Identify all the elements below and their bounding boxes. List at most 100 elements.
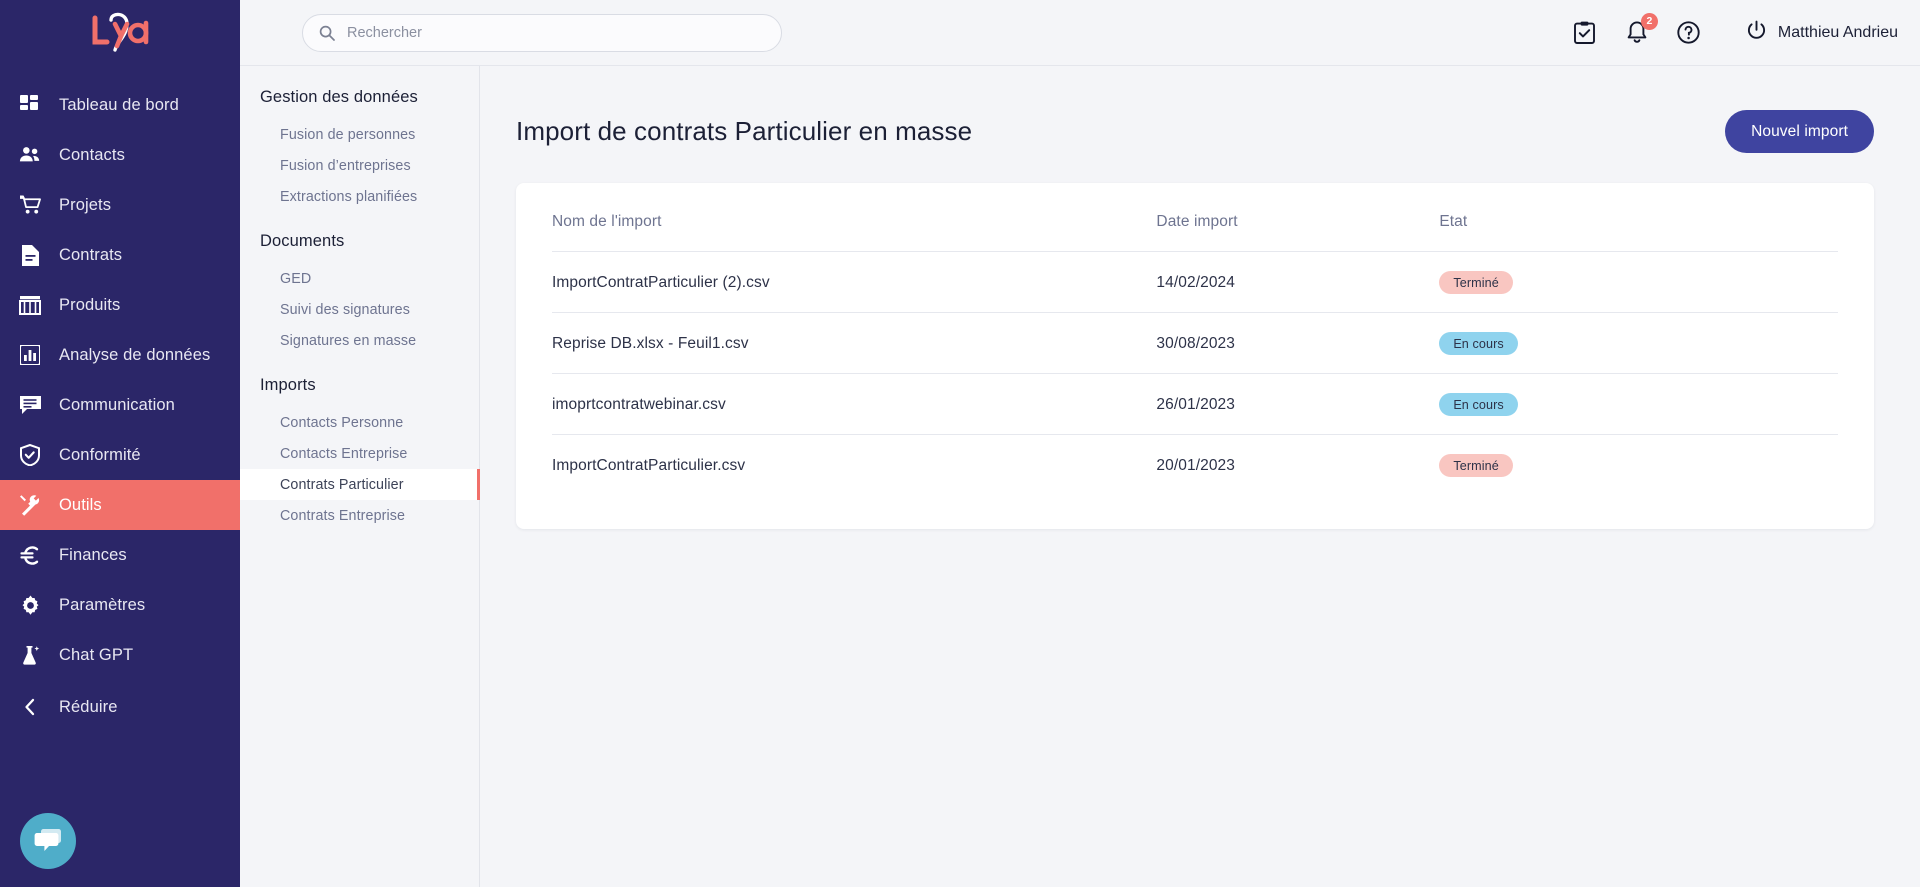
subnav-item-contacts-entreprise[interactable]: Contacts Entreprise (240, 438, 479, 469)
subnav-item-ged[interactable]: GED (240, 263, 479, 294)
subnav-group-title: Imports (260, 376, 316, 394)
subnav-item-label: Contacts Personne (280, 414, 404, 431)
status-badge: Terminé (1439, 271, 1513, 294)
sidebar-item-label: Contacts (59, 145, 125, 164)
status-badge: Terminé (1439, 454, 1513, 477)
sidebar-item-label: Produits (59, 295, 121, 314)
sidebar-item-finances[interactable]: Finances (0, 530, 240, 580)
search-input[interactable] (347, 24, 765, 41)
table-row[interactable]: imoprtcontratwebinar.csv 26/01/2023 En c… (552, 373, 1838, 435)
primary-nav: Tableau de bord Contacts Projets Contrat… (0, 80, 240, 732)
sidebar-item-label: Chat GPT (59, 645, 134, 664)
page-title: Import de contrats Particulier en masse (516, 116, 973, 146)
search-box[interactable] (302, 13, 782, 52)
table-header-row: Nom de l'import Date import Etat (552, 213, 1838, 252)
subnav-item-contrats-entreprise[interactable]: Contrats Entreprise (240, 500, 479, 531)
cell-import-state: Terminé (1439, 251, 1838, 313)
sidebar-item-communication[interactable]: Communication (0, 380, 240, 430)
help-button[interactable] (1676, 20, 1702, 46)
tools-icon (18, 493, 42, 517)
sidebar-item-parametres[interactable]: Paramètres (0, 580, 240, 630)
sidebar-item-label: Projets (59, 195, 112, 214)
lya-logo-icon (81, 10, 159, 56)
sidebar-item-outils[interactable]: Outils (0, 480, 240, 530)
subnav-item-contacts-personne[interactable]: Contacts Personne (240, 407, 479, 438)
right-pane: 2 Matthieu Andrieu (240, 0, 1920, 887)
sidebar-item-projets[interactable]: Projets (0, 180, 240, 230)
subnav-item-contrats-particulier[interactable]: Contrats Particulier (240, 469, 480, 500)
chat-support-icon (33, 827, 63, 855)
cell-import-date: 14/02/2024 (1156, 251, 1440, 313)
status-badge: En cours (1439, 332, 1518, 355)
sidebar-item-label: Analyse de données (59, 345, 211, 364)
subnav-item-fusion-de-personnes[interactable]: Fusion de personnes (240, 119, 479, 150)
subnav-item-label: Contacts Entreprise (280, 445, 408, 462)
document-icon (18, 243, 42, 267)
brand-logo[interactable] (0, 0, 240, 66)
subnav-item-suivi-des-signatures[interactable]: Suivi des signatures (240, 294, 479, 325)
subnav-group-documents: Documents GED Suivi des signatures Signa… (240, 232, 479, 356)
subnav-item-label: Fusion de personnes (280, 126, 416, 143)
subnav-group-imports: Imports Contacts Personne Contacts Entre… (240, 376, 480, 531)
body-area: Gestion des données Fusion de personnes … (240, 66, 1920, 887)
subnav-item-label: Extractions planifiées (280, 188, 418, 205)
subnav-item-label: Contrats Entreprise (280, 507, 406, 524)
tasks-button[interactable] (1572, 20, 1598, 46)
sidebar-item-chat-gpt[interactable]: Chat GPT (0, 630, 240, 680)
search-icon (319, 25, 335, 41)
secondary-sidebar: Gestion des données Fusion de personnes … (240, 66, 480, 887)
sidebar-item-contrats[interactable]: Contrats (0, 230, 240, 280)
subnav-item-label: GED (280, 270, 312, 287)
table-row[interactable]: ImportContratParticulier (2).csv 14/02/2… (552, 251, 1838, 313)
cell-import-name: imoprtcontratwebinar.csv (552, 373, 1157, 435)
sidebar-item-analyse-de-donnees[interactable]: Analyse de données (0, 330, 240, 380)
subnav-group-title: Documents (260, 232, 345, 250)
chat-bubble-icon (18, 393, 42, 417)
new-import-button[interactable]: Nouvel import (1725, 110, 1874, 153)
chevron-left-icon (18, 695, 42, 719)
subnav-group-title: Gestion des données (260, 88, 418, 106)
column-header-date: Date import (1156, 213, 1440, 252)
clipboard-check-icon (1574, 21, 1596, 44)
shield-check-icon (18, 443, 42, 467)
sidebar-item-tableau-de-bord[interactable]: Tableau de bord (0, 80, 240, 130)
subnav-item-label: Fusion d’entreprises (280, 157, 411, 174)
primary-sidebar: Tableau de bord Contacts Projets Contrat… (0, 0, 240, 887)
subnav-group-gestion-des-donnees: Gestion des données Fusion de personnes … (240, 88, 479, 212)
sidebar-item-label: Conformité (59, 445, 141, 464)
sidebar-collapse-label: Réduire (59, 697, 118, 716)
top-header: 2 Matthieu Andrieu (240, 0, 1920, 66)
sidebar-item-contacts[interactable]: Contacts (0, 130, 240, 180)
notification-count-badge: 2 (1640, 12, 1658, 30)
subnav-item-extractions-planifiees[interactable]: Extractions planifiées (240, 181, 479, 212)
euro-icon (18, 543, 42, 567)
subnav-item-label: Suivi des signatures (280, 301, 410, 318)
user-menu[interactable]: Matthieu Andrieu (1746, 20, 1898, 46)
table-row[interactable]: Reprise DB.xlsx - Feuil1.csv 30/08/2023 … (552, 312, 1838, 374)
cell-import-state: En cours (1439, 312, 1838, 374)
app-root: Tableau de bord Contacts Projets Contrat… (0, 0, 1920, 887)
power-icon (1746, 20, 1767, 46)
help-circle-icon (1677, 21, 1701, 44)
store-icon (18, 293, 42, 317)
column-header-state: Etat (1439, 213, 1838, 252)
chat-support-button[interactable] (20, 813, 76, 869)
cell-import-name: Reprise DB.xlsx - Feuil1.csv (552, 312, 1157, 374)
subnav-item-fusion-d-entreprises[interactable]: Fusion d’entreprises (240, 150, 479, 181)
imports-table: Nom de l'import Date import Etat ImportC… (552, 213, 1838, 495)
sidebar-item-label: Finances (59, 545, 127, 564)
cell-import-date: 30/08/2023 (1156, 312, 1440, 374)
imports-card: Nom de l'import Date import Etat ImportC… (516, 183, 1874, 529)
subnav-item-label: Signatures en masse (280, 332, 417, 349)
imports-table-head: Nom de l'import Date import Etat (552, 213, 1838, 252)
sidebar-item-produits[interactable]: Produits (0, 280, 240, 330)
sidebar-collapse-button[interactable]: Réduire (0, 682, 240, 732)
cell-import-name: ImportContratParticulier (2).csv (552, 251, 1157, 313)
imports-table-body: ImportContratParticulier (2).csv 14/02/2… (552, 251, 1838, 496)
subnav-item-signatures-en-masse[interactable]: Signatures en masse (240, 325, 479, 356)
cart-icon (18, 193, 42, 217)
sidebar-item-conformite[interactable]: Conformité (0, 430, 240, 480)
table-row[interactable]: ImportContratParticulier.csv 20/01/2023 … (552, 435, 1838, 496)
bar-chart-icon (18, 343, 42, 367)
notifications-button[interactable]: 2 (1624, 12, 1658, 46)
